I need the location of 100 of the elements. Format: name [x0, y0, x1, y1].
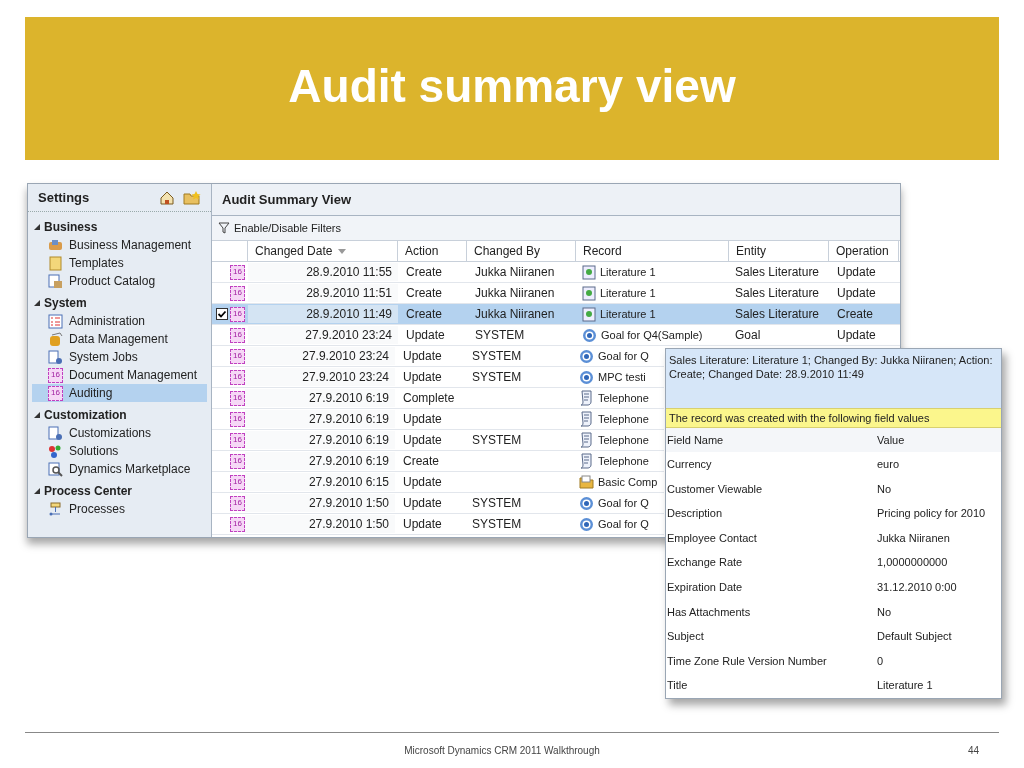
sidebar-item[interactable]: Product Catalog — [32, 272, 207, 290]
date-cell: 28.9.2010 11:55 — [306, 265, 392, 279]
scroll-icon — [579, 453, 594, 469]
sidebar-item[interactable]: Customizations — [32, 424, 207, 442]
record-link[interactable]: Literature 1 — [600, 284, 656, 302]
sidebar-item[interactable]: Dynamics Marketplace — [32, 460, 207, 478]
field-name: Employee Contact — [666, 530, 758, 546]
operation-cell: Update — [837, 265, 876, 279]
placeholder-icon: 16 — [230, 432, 245, 448]
audit-row[interactable]: 16 28.9.2010 11:55 Create Jukka Niiranen Literature 1 Sales Literature Update — [212, 262, 900, 283]
column-header[interactable]: Record — [576, 241, 729, 261]
action-cell: Update — [403, 433, 442, 447]
placeholder-icon: 16 — [230, 516, 245, 532]
scroll-icon — [579, 432, 594, 448]
sidebar-item[interactable]: Processes — [32, 500, 207, 518]
record-link[interactable]: Literature 1 — [600, 263, 656, 281]
date-cell: 28.9.2010 11:49 — [306, 307, 392, 321]
column-header[interactable]: Entity — [729, 241, 829, 261]
field-name: Title — [666, 678, 689, 694]
placeholder-icon: 16 — [230, 411, 245, 427]
record-link[interactable]: Telephone — [598, 389, 649, 407]
audit-row[interactable]: 16 27.9.2010 23:24 Update SYSTEM Goal for Q4(Sample) Goal Update — [212, 325, 900, 346]
record-link[interactable]: Goal for Q4(Sample) — [601, 326, 703, 344]
target-icon — [582, 327, 597, 343]
placeholder-icon: 16 — [230, 348, 245, 364]
home-icon[interactable] — [159, 189, 175, 206]
changed-by-cell: SYSTEM — [472, 370, 522, 384]
document-icon — [582, 264, 596, 280]
magnifier-icon — [48, 461, 63, 477]
placeholder-icon: 16 — [230, 390, 245, 406]
changed-by-cell: SYSTEM — [472, 517, 522, 531]
audit-row[interactable]: 16 27.9.2010 6:15 Update Basic Comp — [212, 472, 664, 493]
checkbox[interactable] — [216, 308, 228, 320]
sidebar-item[interactable]: 16 Document Management — [32, 366, 207, 384]
placeholder-icon: 16 — [230, 369, 245, 385]
folder-star-icon[interactable] — [183, 189, 201, 206]
date-cell: 28.9.2010 11:51 — [306, 286, 392, 300]
date-cell: 27.9.2010 23:24 — [302, 349, 389, 363]
record-link[interactable]: Basic Comp — [598, 473, 658, 491]
date-cell: 27.9.2010 23:24 — [302, 370, 389, 384]
record-link[interactable]: Literature 1 — [600, 305, 656, 323]
sidebar-item[interactable]: Administration — [32, 312, 207, 330]
section-header[interactable]: System — [28, 294, 211, 312]
scroll-icon — [579, 411, 594, 427]
record-link[interactable]: Telephone — [598, 431, 649, 449]
field-name: Expiration Date — [666, 580, 744, 595]
field-name: Description — [666, 506, 724, 522]
action-cell: Update — [403, 496, 442, 510]
field-name: Has Attachments — [666, 604, 752, 620]
sidebar-item[interactable]: Templates — [32, 254, 207, 272]
sidebar-item[interactable]: System Jobs — [32, 348, 207, 366]
audit-row[interactable]: 16 27.9.2010 23:24 Update SYSTEM Goal for Q — [212, 346, 664, 367]
record-link[interactable]: Telephone — [598, 410, 649, 428]
section-header[interactable]: Process Center — [28, 482, 211, 500]
audit-row[interactable]: 16 27.9.2010 6:19 Complete Telephone — [212, 388, 664, 409]
molecule-icon — [48, 443, 63, 459]
audit-row[interactable]: 16 27.9.2010 1:50 Update SYSTEM Goal for Q — [212, 514, 664, 535]
audit-row[interactable]: 16 27.9.2010 6:19 Create Telephone — [212, 451, 664, 472]
audit-row[interactable]: 16 28.9.2010 11:49 Create Jukka Niiranen Literature 1 Sales Literature Create — [212, 304, 900, 325]
sidebar-item[interactable]: Business Management — [32, 236, 207, 254]
changed-by-cell: Jukka Niiranen — [475, 265, 555, 279]
sidebar-item[interactable]: 16 Auditing — [32, 384, 207, 402]
target-icon — [579, 348, 594, 364]
column-header[interactable]: Operation — [829, 241, 899, 261]
filter-button[interactable]: Enable/Disable Filters — [218, 219, 341, 237]
sidebar-item[interactable]: Data Management — [32, 330, 207, 348]
action-cell: Create — [406, 265, 443, 279]
column-header[interactable]: Action — [398, 241, 467, 261]
field-name: Time Zone Rule Version Number — [666, 653, 828, 669]
sidebar-item[interactable]: Solutions — [32, 442, 207, 460]
changed-by-cell: Jukka Niiranen — [475, 286, 555, 300]
column-header[interactable]: Changed By — [467, 241, 576, 261]
audit-row[interactable]: 16 27.9.2010 6:19 Update Telephone — [212, 409, 664, 430]
record-link[interactable]: Goal for Q — [598, 347, 649, 365]
action-cell: Update — [403, 475, 442, 489]
audit-row[interactable]: 16 27.9.2010 6:19 Update SYSTEM Telephone — [212, 430, 664, 451]
audit-row[interactable]: 16 27.9.2010 1:50 Update SYSTEM Goal for Q — [212, 493, 664, 514]
field-value: Jukka Niiranen — [876, 530, 951, 546]
record-link[interactable]: Goal for Q — [598, 494, 649, 512]
sidebar-title: Settings — [38, 188, 91, 207]
field-value: 31.12.2010 0:00 — [876, 580, 958, 595]
field-name: Currency — [666, 457, 713, 473]
scroll-icon — [579, 390, 594, 406]
field-value: Literature 1 — [876, 678, 934, 694]
column-header[interactable]: Changed Date — [248, 241, 398, 261]
record-link[interactable]: Telephone — [598, 452, 649, 470]
section-header[interactable]: Business — [28, 218, 211, 236]
document-icon — [582, 306, 596, 322]
placeholder-icon: 16 — [230, 453, 245, 469]
record-link[interactable]: MPC testi — [598, 368, 646, 386]
changed-by-cell: SYSTEM — [472, 349, 522, 363]
field-name: Customer Viewable — [666, 481, 764, 497]
operation-cell: Update — [837, 286, 876, 300]
entity-cell: Sales Literature — [735, 286, 820, 300]
audit-row[interactable]: 16 27.9.2010 23:24 Update SYSTEM MPC testi — [212, 367, 664, 388]
action-cell: Complete — [403, 391, 455, 405]
action-cell: Create — [406, 307, 443, 321]
section-header[interactable]: Customization — [28, 406, 211, 424]
placeholder-icon: 16 — [48, 385, 63, 401]
record-link[interactable]: Goal for Q — [598, 515, 649, 533]
